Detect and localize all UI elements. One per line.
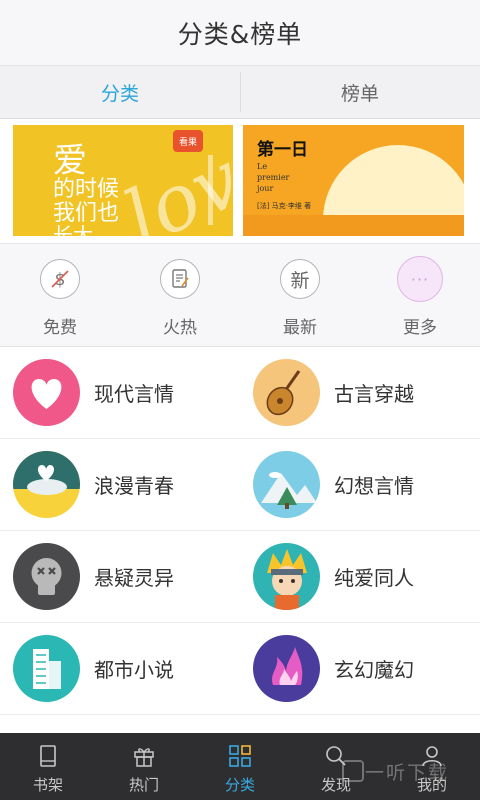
- category-label: 都市小说: [94, 658, 174, 682]
- banner-strip: love 爱 的时候 我们也 长大 看果 第一日 Le premier jour…: [0, 119, 480, 243]
- watermark-text: 一听下载: [365, 762, 450, 784]
- hot-icon: [160, 259, 200, 299]
- page-title: 分类&榜单: [177, 19, 303, 49]
- quick-link-label: 更多: [403, 318, 437, 338]
- category-fantasy-romance[interactable]: 幻想言情: [240, 439, 480, 531]
- banner-book-1[interactable]: love 爱 的时候 我们也 长大 看果: [13, 125, 233, 236]
- category-label: 悬疑灵异: [94, 566, 174, 590]
- quick-link-free[interactable]: $ 免费: [0, 244, 120, 346]
- grid-icon: [225, 741, 255, 771]
- category-label: 玄幻魔幻: [334, 658, 414, 682]
- page-header: 分类&榜单: [0, 0, 480, 66]
- quick-link-hot[interactable]: 火热: [120, 244, 240, 346]
- horizon-band: [243, 215, 464, 236]
- banner-book-2[interactable]: 第一日 Le premier jour [法] 马克·李维 著: [243, 125, 464, 236]
- mountain-icon: [253, 451, 320, 518]
- decorative-stripe: [208, 155, 213, 225]
- more-glyph: ···: [410, 269, 430, 289]
- category-xuanhuan-fantasy[interactable]: 玄幻魔幻: [240, 623, 480, 715]
- category-label: 幻想言情: [334, 474, 414, 498]
- gift-icon: [129, 741, 159, 771]
- heart-icon: [13, 359, 80, 426]
- more-icon: ···: [397, 256, 443, 302]
- category-mystery-supernatural[interactable]: 悬疑灵异: [0, 531, 240, 623]
- skull-icon: [13, 543, 80, 610]
- flame-icon: [253, 635, 320, 702]
- quick-link-more[interactable]: ··· 更多: [360, 244, 480, 346]
- pipa-icon: [253, 359, 320, 426]
- building-icon: [13, 635, 80, 702]
- new-glyph: 新: [290, 269, 310, 292]
- category-pure-love-fanfic[interactable]: 纯爱同人: [240, 531, 480, 623]
- watermark-logo: [342, 760, 364, 782]
- banner-1-title-line-4: 长大: [53, 223, 93, 236]
- quick-links: $ 免费 火热 新 最新 ··· 更多: [0, 243, 480, 347]
- free-icon: $: [40, 259, 80, 299]
- category-ancient-time-travel[interactable]: 古言穿越: [240, 347, 480, 439]
- quick-link-new[interactable]: 新 最新: [240, 244, 360, 346]
- tabbar-label: 热门: [128, 776, 159, 794]
- ninja-icon: [253, 543, 320, 610]
- category-grid: 现代言情 古言穿越 浪漫青春 幻想言情 悬疑灵异 纯爱同人 都市小说 玄幻魔幻: [0, 347, 480, 733]
- quick-link-label: 免费: [43, 318, 77, 338]
- quick-link-label: 火热: [163, 318, 197, 338]
- bookshelf-icon: [33, 741, 63, 771]
- category-urban-novel[interactable]: 都市小说: [0, 623, 240, 715]
- category-youth-romance[interactable]: 浪漫青春: [0, 439, 240, 531]
- tabbar-label: 分类: [224, 776, 255, 794]
- banner-2-title: 第一日: [257, 140, 308, 160]
- banner-2-subtitle: Le premier jour: [257, 162, 290, 193]
- category-label: 纯爱同人: [334, 566, 414, 590]
- tabbar-popular[interactable]: 热门: [96, 733, 192, 800]
- category-label: 浪漫青春: [94, 474, 174, 498]
- publisher-badge: 看果: [173, 130, 203, 152]
- category-label: 古言穿越: [334, 382, 414, 406]
- category-label: 现代言情: [94, 382, 174, 406]
- new-icon: 新: [280, 259, 320, 299]
- tab-divider: [240, 72, 241, 112]
- quick-link-label: 最新: [283, 318, 317, 338]
- category-modern-romance[interactable]: 现代言情: [0, 347, 240, 439]
- heart-cloud-icon: [13, 451, 80, 518]
- tab-ranking[interactable]: 榜单: [240, 66, 480, 118]
- tab-category[interactable]: 分类: [0, 66, 240, 118]
- tabbar-bookshelf[interactable]: 书架: [0, 733, 96, 800]
- banner-2-author: [法] 马克·李维 著: [257, 202, 312, 210]
- tabbar-category[interactable]: 分类: [192, 733, 288, 800]
- tabbar-label: 书架: [32, 776, 63, 794]
